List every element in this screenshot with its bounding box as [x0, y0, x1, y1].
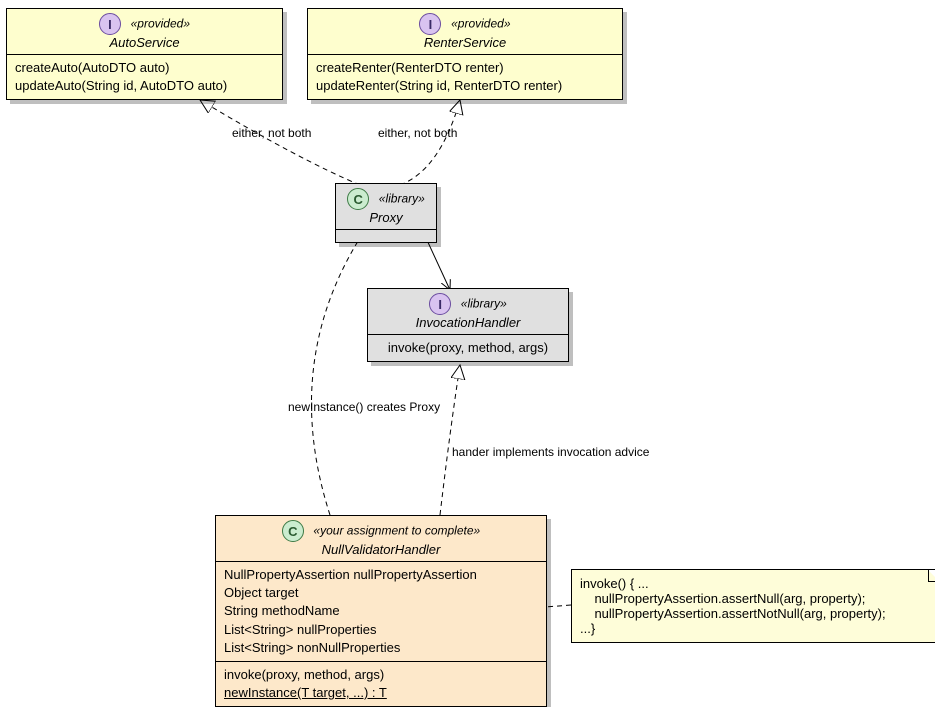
proxy-stereotype: «library» [379, 191, 425, 205]
nvh-field: List<String> nonNullProperties [224, 639, 538, 657]
autoservice-method: updateAuto(String id, AutoDTO auto) [15, 77, 274, 95]
class-icon: C [347, 188, 369, 210]
renterservice-stereotype: «provided» [451, 16, 510, 30]
renterservice-method: createRenter(RenterDTO renter) [316, 59, 614, 77]
renterservice-method: updateRenter(String id, RenterDTO renter… [316, 77, 614, 95]
interface-icon: I [429, 293, 451, 315]
autoservice-method: createAuto(AutoDTO auto) [15, 59, 274, 77]
invocationhandler-interface: I «library» InvocationHandler invoke(pro… [367, 288, 569, 362]
nvh-field: NullPropertyAssertion nullPropertyAssert… [224, 566, 538, 584]
edge-label: either, not both [232, 126, 311, 140]
nvh-field: String methodName [224, 602, 538, 620]
nvh-method-static: newInstance(T target, ...) : T [224, 684, 538, 702]
nullvalidatorhandler-class: C «your assignment to complete» NullVali… [215, 515, 547, 707]
edge-label: either, not both [378, 126, 457, 140]
renterservice-interface: I «provided» RenterService createRenter(… [307, 8, 623, 100]
invocationhandler-stereotype: «library» [461, 296, 507, 310]
edge-label: newInstance() creates Proxy [288, 400, 440, 414]
class-icon: C [282, 520, 304, 542]
nvh-field: List<String> nullProperties [224, 621, 538, 639]
note-line: nullPropertyAssertion.assertNull(arg, pr… [580, 591, 932, 606]
invocationhandler-name: InvocationHandler [416, 315, 521, 330]
autoservice-name: AutoService [109, 35, 179, 50]
note-line: nullPropertyAssertion.assertNotNull(arg,… [580, 606, 932, 621]
note-line: ...} [580, 621, 932, 636]
autoservice-interface: I «provided» AutoService createAuto(Auto… [6, 8, 283, 100]
note: invoke() { ... nullPropertyAssertion.ass… [571, 569, 935, 643]
nvh-field: Object target [224, 584, 538, 602]
invocationhandler-method: invoke(proxy, method, args) [376, 339, 560, 357]
interface-icon: I [419, 13, 441, 35]
proxy-name: Proxy [369, 210, 402, 225]
note-line: invoke() { ... [580, 576, 932, 591]
renterservice-name: RenterService [424, 35, 506, 50]
nullvalidatorhandler-stereotype: «your assignment to complete» [313, 523, 480, 537]
nvh-method: invoke(proxy, method, args) [224, 666, 538, 684]
interface-icon: I [99, 13, 121, 35]
nullvalidatorhandler-name: NullValidatorHandler [322, 542, 441, 557]
autoservice-stereotype: «provided» [131, 16, 190, 30]
proxy-class: C «library» Proxy [335, 183, 437, 243]
edge-label: hander implements invocation advice [452, 445, 649, 459]
